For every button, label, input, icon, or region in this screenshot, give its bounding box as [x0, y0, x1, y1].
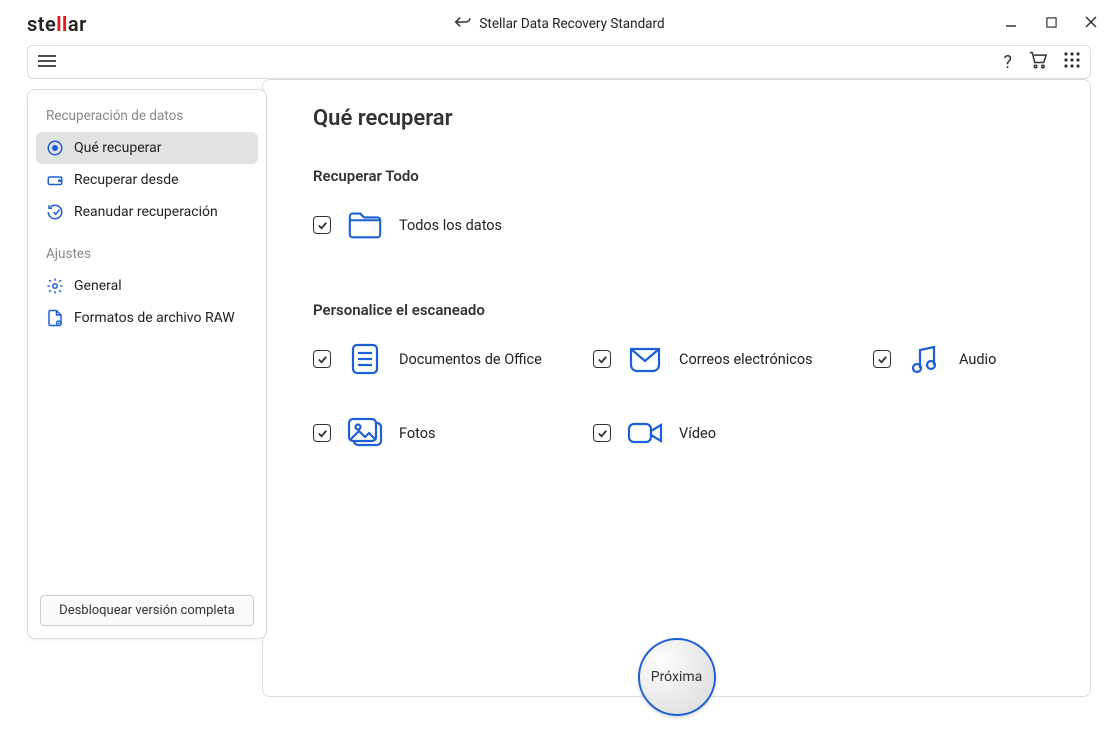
file-icon — [46, 309, 64, 327]
minimize-button[interactable] — [1001, 16, 1021, 32]
mail-icon — [625, 339, 665, 379]
music-icon — [905, 339, 945, 379]
sidebar-item-label: General — [74, 278, 122, 294]
sidebar-heading-settings: Ajustes — [36, 242, 258, 270]
sidebar-item-label: Formatos de archivo RAW — [74, 310, 235, 326]
option-photos-label: Fotos — [399, 425, 436, 442]
target-icon — [46, 139, 64, 157]
document-icon — [345, 339, 385, 379]
window-title: Stellar Data Recovery Standard — [453, 15, 664, 33]
option-audio-label: Audio — [959, 351, 996, 368]
app-logo: stellar — [27, 12, 87, 36]
maximize-button[interactable] — [1041, 16, 1061, 32]
option-office-label: Documentos de Office — [399, 351, 542, 368]
menu-icon[interactable] — [38, 53, 56, 72]
toolbar: ? — [27, 45, 1091, 79]
folder-icon — [345, 205, 385, 245]
section-customize-title: Personalice el escaneado — [313, 301, 1060, 319]
sidebar-item-what-to-recover[interactable]: Qué recuperar — [36, 132, 258, 164]
checkbox-audio[interactable] — [873, 350, 891, 368]
apps-icon[interactable] — [1064, 52, 1080, 72]
sidebar-item-resume-recovery[interactable]: Reanudar recuperación — [36, 196, 258, 228]
window-title-text: Stellar Data Recovery Standard — [479, 16, 664, 32]
content-panel: Qué recuperar Recuperar Todo Todos los d… — [262, 79, 1091, 697]
help-icon[interactable]: ? — [1003, 52, 1012, 73]
sidebar: Recuperación de datos Qué recuperar Recu… — [27, 89, 267, 639]
back-icon[interactable] — [453, 15, 471, 33]
next-button[interactable]: Próxima — [638, 638, 716, 716]
cart-icon[interactable] — [1028, 51, 1048, 73]
resume-icon — [46, 203, 64, 221]
unlock-full-button[interactable]: Desbloquear versión completa — [40, 595, 254, 626]
page-title: Qué recuperar — [313, 106, 1060, 131]
checkbox-all-data[interactable] — [313, 216, 331, 234]
video-icon — [625, 413, 665, 453]
drive-icon — [46, 171, 64, 189]
option-video-label: Vídeo — [679, 425, 716, 442]
sidebar-item-label: Qué recuperar — [74, 140, 161, 156]
sidebar-item-label: Recuperar desde — [74, 172, 179, 188]
gear-icon — [46, 277, 64, 295]
close-button[interactable] — [1081, 16, 1101, 32]
sidebar-item-raw-formats[interactable]: Formatos de archivo RAW — [36, 302, 258, 334]
sidebar-item-general[interactable]: General — [36, 270, 258, 302]
checkbox-photos[interactable] — [313, 424, 331, 442]
checkbox-emails[interactable] — [593, 350, 611, 368]
titlebar: stellar Stellar Data Recovery Standard — [9, 9, 1109, 39]
sidebar-heading-recovery: Recuperación de datos — [36, 104, 258, 132]
section-recover-all-title: Recuperar Todo — [313, 167, 1060, 185]
sidebar-item-recover-from[interactable]: Recuperar desde — [36, 164, 258, 196]
checkbox-video[interactable] — [593, 424, 611, 442]
option-emails-label: Correos electrónicos — [679, 351, 813, 368]
photo-icon — [345, 413, 385, 453]
option-all-data-label: Todos los datos — [399, 217, 502, 234]
next-button-label: Próxima — [651, 669, 703, 685]
sidebar-item-label: Reanudar recuperación — [74, 204, 218, 220]
checkbox-office[interactable] — [313, 350, 331, 368]
